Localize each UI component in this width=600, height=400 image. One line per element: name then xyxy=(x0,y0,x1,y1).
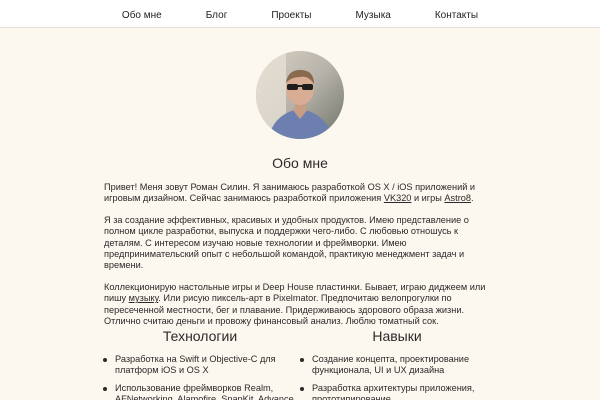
nav-item-music: Музыка xyxy=(333,5,412,23)
list-item: Создание концепта, проектирование функци… xyxy=(297,354,497,377)
nav-item-blog: Блог xyxy=(184,5,250,23)
list-item: Использование фреймворков Realm, AFNetwo… xyxy=(100,383,300,400)
nav-link-projects[interactable]: Проекты xyxy=(271,10,311,21)
list-item: Разработка на Swift и Objective-C для пл… xyxy=(100,354,300,377)
skills-list: Создание концепта, проектирование функци… xyxy=(297,354,497,400)
nav-link-about[interactable]: Обо мне xyxy=(122,10,162,21)
about-p1-text-c: . xyxy=(470,193,474,204)
technologies-list: Разработка на Swift и Objective-C для пл… xyxy=(100,354,300,400)
astro8-link[interactable]: Astro8 xyxy=(444,193,471,203)
nav-item-contacts: Контакты xyxy=(413,5,500,23)
skills-title: Навыки xyxy=(372,328,422,344)
nav-link-music[interactable]: Музыка xyxy=(355,10,390,21)
vk320-link[interactable]: VK320 xyxy=(384,193,412,203)
about-p3-text-b: . Или рисую пиксель-арт в Pixelmator. Пр… xyxy=(104,293,465,327)
profile-photo xyxy=(256,51,344,139)
list-item: Разработка архитектуры приложения, прото… xyxy=(297,383,497,400)
nav-link-contacts[interactable]: Контакты xyxy=(435,10,478,21)
music-link[interactable]: музыку xyxy=(129,293,159,303)
technologies-section: Технологии Разработка на Swift и Objecti… xyxy=(100,328,300,400)
top-navigation: Обо мне Блог Проекты Музыка Контакты xyxy=(0,0,600,28)
about-paragraph-2: Я за создание эффективных, красивых и уд… xyxy=(104,214,469,271)
about-p1-text-b: и игры xyxy=(411,193,445,204)
nav-link-blog[interactable]: Блог xyxy=(206,10,228,21)
about-paragraph-3: Коллекционирую настольные игры и Deep Ho… xyxy=(104,282,496,328)
about-text: Привет! Меня зовут Роман Силин. Я занима… xyxy=(104,182,496,337)
nav-list: Обо мне Блог Проекты Музыка Контакты xyxy=(100,5,500,23)
skills-section: Навыки Создание концепта, проектирование… xyxy=(297,328,497,400)
about-paragraph-1: Привет! Меня зовут Роман Силин. Я занима… xyxy=(104,182,496,205)
about-title: Обо мне xyxy=(272,155,328,171)
technologies-title: Технологии xyxy=(162,328,238,344)
nav-item-projects: Проекты xyxy=(249,5,333,23)
nav-item-about: Обо мне xyxy=(100,5,184,23)
avatar xyxy=(256,51,344,139)
